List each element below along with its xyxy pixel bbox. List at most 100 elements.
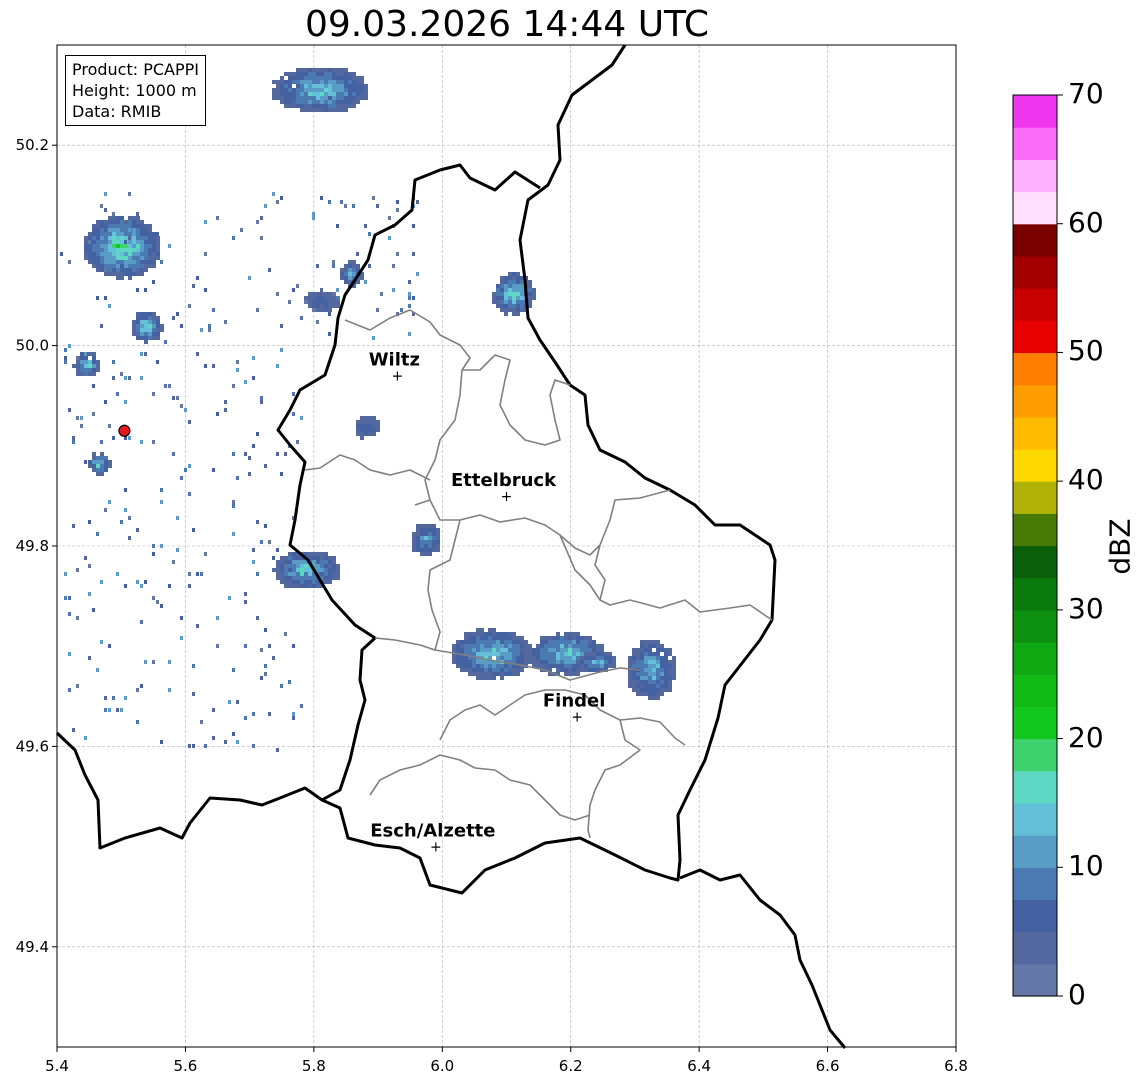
- echo-pixel: [476, 640, 480, 644]
- echo-pixel: [148, 324, 152, 328]
- echo-pixel: [504, 296, 508, 300]
- echo-pixel: [308, 108, 312, 112]
- echo-pixel: [88, 352, 92, 356]
- echo-pixel: [112, 240, 116, 244]
- echo-pixel: [72, 364, 76, 368]
- echo-pixel: [356, 80, 360, 84]
- echo-pixel: [92, 468, 96, 472]
- echo-pixel: [472, 648, 476, 652]
- echo-pixel: [520, 308, 524, 312]
- echo-pixel: [112, 268, 116, 272]
- echo-pixel: [568, 672, 572, 676]
- echo-pixel: [472, 652, 476, 656]
- echo-pixel: [528, 296, 532, 300]
- echo-pixel: [416, 536, 420, 540]
- echo-pixel: [284, 104, 288, 108]
- echo-pixel: [276, 92, 280, 96]
- echo-pixel: [504, 640, 508, 644]
- echo-pixel: [336, 564, 340, 568]
- echo-pixel: [504, 288, 508, 292]
- echo-pixel: [288, 76, 292, 80]
- echo-pixel: [304, 92, 308, 96]
- radar-map: +Wiltz+Ettelbruck+Findel+Esch/Alzette 5.…: [16, 44, 1063, 1075]
- echo-pixel: [324, 68, 328, 72]
- echo-pixel: [120, 252, 124, 256]
- echo-pixel: [516, 636, 520, 640]
- echo-pixel: [472, 668, 476, 672]
- echo-pixel: [112, 224, 116, 228]
- echo-pixel: [508, 644, 512, 648]
- echo-pixel: [452, 656, 456, 660]
- echo-pixel: [360, 76, 364, 80]
- echo-pixel: [136, 252, 140, 256]
- echo-pixel: [136, 272, 140, 276]
- echo-pixel: [572, 632, 576, 636]
- echo-pixel: [520, 636, 524, 640]
- echo-pixel: [532, 296, 536, 300]
- echo-pixel: [132, 320, 136, 324]
- echo-pixel: [92, 252, 96, 256]
- echo-pixel: [508, 636, 512, 640]
- echo-pixel: [420, 528, 424, 532]
- echo-pixel: [328, 96, 332, 100]
- echo-pixel: [92, 248, 96, 252]
- echo-pixel: [508, 280, 512, 284]
- echo-pixel: [496, 296, 500, 300]
- echo-pixel: [304, 96, 308, 100]
- echo-pixel: [480, 648, 484, 652]
- echo-pixel: [352, 72, 356, 76]
- echo-pixel: [424, 552, 428, 556]
- echo-pixel: [108, 252, 112, 256]
- echo-pixel: [124, 272, 128, 276]
- echo-pixel: [156, 256, 160, 260]
- echo-pixel: [328, 572, 332, 576]
- echo-pixel: [336, 572, 340, 576]
- echo-pixel: [516, 296, 520, 300]
- echo-pixel: [512, 644, 516, 648]
- echo-pixel: [92, 372, 96, 376]
- echo-pixel: [128, 216, 132, 220]
- echo-pixel: [528, 644, 532, 648]
- echo-pixel: [112, 264, 116, 268]
- echo-pixel: [144, 240, 148, 244]
- echo-pixel: [160, 324, 164, 328]
- echo-pixel: [480, 636, 484, 640]
- echo-pixel: [120, 228, 124, 232]
- echo-pixel: [148, 244, 152, 248]
- echo-pixel: [136, 312, 140, 316]
- echo-pixel: [324, 80, 328, 84]
- echo-pixel: [96, 368, 100, 372]
- echo-pixel: [476, 668, 480, 672]
- echo-pixel: [144, 312, 148, 316]
- echo-pixel: [280, 576, 284, 580]
- echo-pixel: [540, 644, 544, 648]
- echo-pixel: [100, 456, 104, 460]
- echo-pixel: [524, 660, 528, 664]
- echo-pixel: [120, 232, 124, 236]
- echo-pixel: [100, 240, 104, 244]
- echo-pixel: [124, 244, 128, 248]
- echo-pixel: [104, 464, 108, 468]
- echo-pixel: [148, 320, 152, 324]
- echo-pixel: [304, 72, 308, 76]
- echo-pixel: [484, 640, 488, 644]
- echo-pixel: [528, 648, 532, 652]
- echo-pixel: [524, 652, 528, 656]
- echo-pixel: [544, 652, 548, 656]
- echo-pixel: [144, 328, 148, 332]
- echo-pixel: [128, 256, 132, 260]
- echo-pixel: [472, 640, 476, 644]
- echo-pixel: [424, 524, 428, 528]
- echo-pixel: [424, 544, 428, 548]
- echo-pixel: [436, 548, 440, 552]
- echo-pixel: [108, 240, 112, 244]
- echo-pixel: [312, 96, 316, 100]
- echo-pixel: [476, 660, 480, 664]
- echo-pixel: [120, 216, 124, 220]
- echo-pixel: [112, 260, 116, 264]
- echo-pixel: [136, 260, 140, 264]
- echo-pixel: [292, 76, 296, 80]
- echo-pixel: [504, 656, 508, 660]
- echo-pixel: [308, 580, 312, 584]
- echo-pixel: [360, 80, 364, 84]
